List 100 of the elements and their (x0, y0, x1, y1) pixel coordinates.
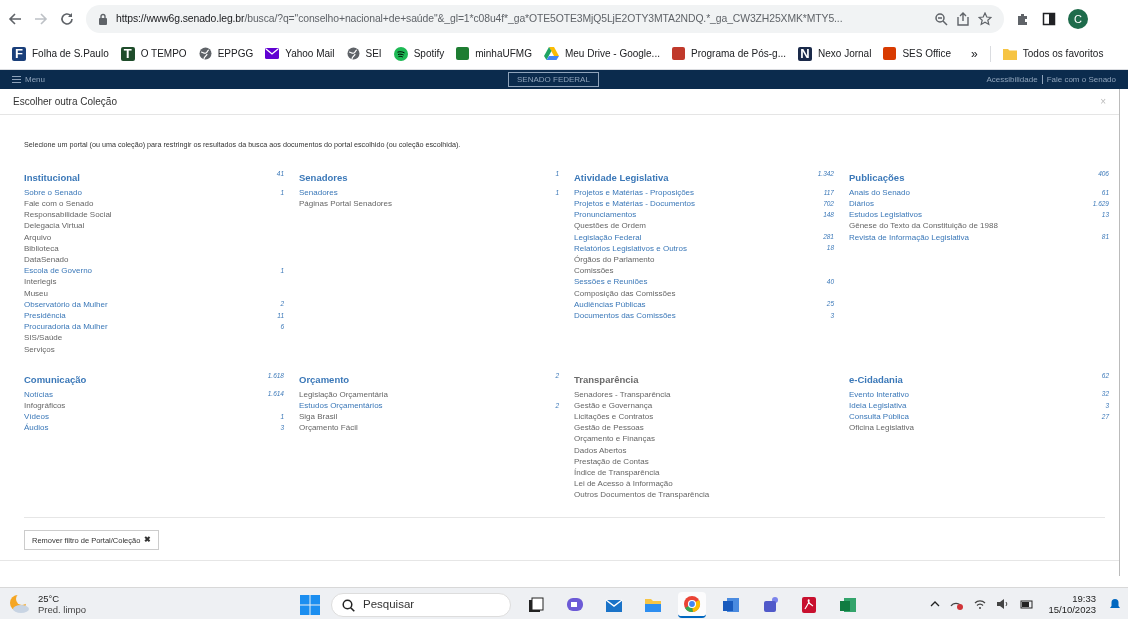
collection-item: Questões de Ordem (574, 220, 647, 232)
collection-item[interactable]: Observatório da Mulher (24, 298, 108, 310)
battery-icon[interactable] (1020, 598, 1035, 609)
notification-bell-icon[interactable] (1110, 597, 1120, 610)
back-icon[interactable] (8, 12, 22, 26)
search-icon (342, 598, 355, 612)
bookmark-icon: F (12, 46, 26, 61)
section-heading[interactable]: e-Cidadania (849, 371, 903, 387)
bookmark-icon: T (120, 46, 135, 61)
collection-item: Gênese do Texto da Constituição de 1988 (849, 220, 998, 232)
section-heading[interactable]: Publicações (849, 169, 905, 185)
menu-icon[interactable] (12, 76, 21, 83)
bookmark[interactable]: N Nexo Jornal (798, 46, 872, 61)
collection-item[interactable]: Procuradoria da Mulher (24, 321, 108, 333)
collection-item[interactable]: Audiências Públicas (574, 298, 646, 310)
collection-item[interactable]: Pronunciamentos (574, 209, 637, 221)
section-heading[interactable]: Senadores (299, 169, 348, 185)
section-heading[interactable]: Institucional (24, 169, 80, 185)
bookmark[interactable]: T O TEMPO (120, 46, 187, 61)
collection-item[interactable]: Sobre o Senado (24, 186, 82, 198)
document-app-icon (721, 595, 741, 615)
collection-item[interactable]: Diários (849, 198, 874, 210)
extensions-icon[interactable] (1016, 12, 1030, 26)
chevron-up-icon[interactable] (930, 600, 941, 607)
wifi-icon[interactable] (974, 598, 987, 609)
collection-item: Biblioteca (24, 242, 59, 254)
header-link[interactable]: Fale com o Senado (1046, 73, 1116, 86)
collection-item[interactable]: Estudos Orçamentários (299, 399, 383, 411)
lock-icon (98, 13, 108, 25)
section-heading[interactable]: Orçamento (299, 371, 350, 387)
collection-item[interactable]: Anais do Senado (849, 186, 910, 198)
collection-item[interactable]: Presidência (24, 309, 66, 321)
collection-item[interactable]: Projetos e Matérias - Documentos (574, 198, 695, 210)
collection-item: Órgãos do Parlamento (574, 254, 655, 265)
collection-item: Siga Brasil (299, 411, 338, 423)
collection-item: Museu (24, 287, 48, 299)
collection-item[interactable]: Áudios (24, 422, 49, 434)
collection-item: Dados Abertos (574, 444, 627, 456)
collection-item: Gestão e Governança (574, 399, 653, 411)
temperature-text: 25°C (38, 592, 61, 604)
bookmark[interactable]: SEI (346, 46, 382, 61)
bookmark[interactable]: minhaUFMG (456, 46, 532, 61)
collection-item[interactable]: Escola de Governo (24, 265, 93, 277)
bookmark-label: Programa de Pós-g... (690, 47, 786, 61)
folder-icon (1002, 47, 1017, 60)
section-heading[interactable]: Comunicação (24, 371, 87, 387)
weather-text: Pred. limpo (38, 603, 87, 615)
bookmark[interactable]: EPPGG (198, 46, 254, 61)
collection-item[interactable]: Notícias (24, 388, 53, 400)
collection-item[interactable]: Ideia Legislativa (849, 399, 907, 411)
collection-item[interactable]: Sessões e Reuniões (574, 276, 648, 288)
collection-item[interactable]: Senadores (299, 186, 338, 198)
bookmark[interactable]: Yahoo Mail (265, 46, 335, 61)
collection-item: DataSenado (24, 254, 69, 265)
collection-item[interactable]: Legislação Federal (574, 231, 642, 243)
address-bar[interactable]: https://www6g.senado.leg.br/busca/?q="conselho+nacional+de+saúde"&_gl=1*c08u4f*_ga*OTE5OTE3MjQ5LjE2OTY3MTA2NDQ.*_ga_CW3ZH25XMK*MTY5... (86, 5, 1004, 33)
collection-item[interactable]: Vídeos (24, 411, 49, 423)
bookmark-label: Nexo Jornal (818, 47, 872, 61)
collection-item: Outros Documentos de Transparência (574, 489, 710, 501)
bookmark[interactable]: F Folha de S.Paulo (12, 46, 109, 61)
clock[interactable]: 19:33 15/10/2023 (1048, 592, 1096, 615)
bookmark[interactable]: Spotify (393, 46, 445, 61)
bookmark-icon: N (798, 46, 812, 61)
bookmark-label: minhaUFMG (475, 47, 532, 61)
collection-item[interactable]: Relatórios Legislativos e Outros (574, 242, 687, 254)
collection-item[interactable]: Revista de Informação Legislativa (849, 231, 970, 243)
spreadsheet-app-icon (838, 595, 858, 615)
collection-item[interactable]: Documentos das Comissões (574, 309, 676, 321)
moon-cloud-icon (8, 593, 30, 614)
collection-item[interactable]: Projetos e Matérias - Proposições (574, 186, 695, 198)
sidebar-icon[interactable] (1042, 12, 1056, 26)
collection-item: Gestão de Pessoas (574, 422, 644, 434)
zoom-icon[interactable] (934, 12, 948, 26)
site-logo[interactable]: SENADO FEDERAL (508, 72, 599, 87)
share-icon[interactable] (956, 12, 970, 26)
bookmark-label: SES Office (902, 47, 952, 61)
collection-item[interactable]: Consulta Pública (849, 411, 910, 423)
bookmark[interactable]: Programa de Pós-g... (671, 46, 786, 61)
weather-widget[interactable]: 25°C Pred. limpo (8, 592, 87, 615)
collection-item: Serviços (24, 343, 55, 355)
bookmark[interactable]: Meu Drive - Google... (543, 46, 660, 61)
bookmark[interactable]: SES Office (883, 46, 952, 61)
search-field[interactable]: Pesquisar (331, 593, 511, 617)
more-bookmarks-button[interactable]: » (971, 44, 978, 63)
profile-avatar[interactable]: C (1068, 9, 1088, 29)
bookmark-folder[interactable]: Todos os favoritos (1002, 46, 1104, 61)
header-link[interactable]: Acessibilidade (986, 73, 1038, 86)
bookmark-label: EPPGG (217, 47, 254, 61)
collection-item: Licitações e Contratos (574, 411, 654, 423)
star-icon[interactable] (978, 12, 992, 26)
section-heading[interactable]: Atividade Legislativa (574, 169, 669, 185)
collection-item[interactable]: Evento Interativo (849, 388, 910, 400)
collection-item: Comissões (574, 265, 614, 277)
collection-item[interactable]: Estudos Legislativos (849, 209, 922, 221)
pdf-app-icon (799, 595, 819, 615)
menu-label[interactable]: Menu (25, 73, 45, 86)
collection-item: Oficina Legislativa (849, 422, 914, 434)
reload-icon[interactable] (60, 12, 74, 26)
collection-item: Índice de Transparência (574, 467, 660, 478)
start-icon[interactable] (300, 595, 320, 615)
